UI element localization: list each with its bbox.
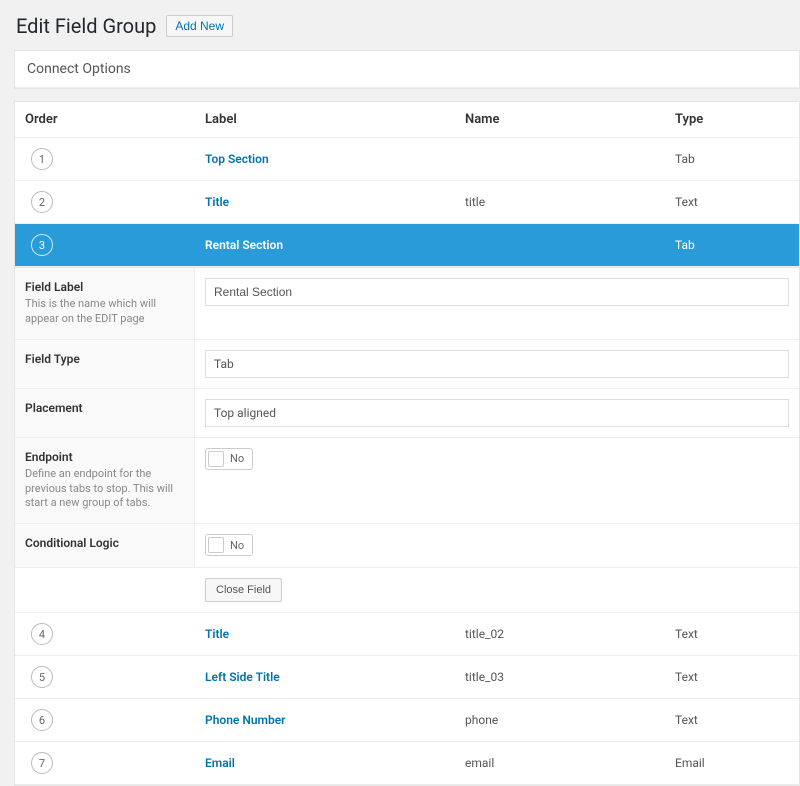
setting-conditional-logic: Conditional Logic No [15,524,799,568]
toggle-knob [208,537,224,553]
table-row[interactable]: 4 Title title_02 Text [15,613,799,656]
field-name: title_03 [455,660,665,694]
field-name: title_02 [455,617,665,651]
field-type-select[interactable]: Tab [205,350,789,378]
table-row[interactable]: 7 Email email Email [15,742,799,785]
order-badge: 3 [31,234,53,256]
table-row[interactable]: 1 Top Section Tab [15,138,799,181]
add-new-button[interactable]: Add New [166,15,233,37]
setting-footer: Close Field [15,568,799,613]
group-title: Connect Options [15,51,799,88]
setting-label: Endpoint [25,450,184,464]
field-type: Email [665,746,799,780]
field-label-link[interactable]: Phone Number [205,713,285,727]
setting-label: Placement [25,401,184,415]
field-type: Tab [665,142,799,176]
setting-field-type: Field Type Tab [15,340,799,389]
fields-table: Order Label Name Type 1 Top Section Tab … [14,101,800,268]
field-type: Text [665,185,799,219]
page-header: Edit Field Group Add New [14,10,800,46]
field-settings: Field Label This is the name which will … [14,268,800,613]
field-name: title [455,185,665,219]
table-row[interactable]: 5 Left Side Title title_03 Text [15,656,799,699]
col-header-type: Type [665,102,799,137]
field-label-link[interactable]: Title [205,627,229,641]
setting-placement: Placement Top aligned [15,389,799,438]
field-type: Text [665,617,799,651]
field-label-link[interactable]: Left Side Title [205,670,280,684]
setting-description: Define an endpoint for the previous tabs… [25,467,184,512]
field-label-link[interactable]: Email [205,756,235,770]
field-name [455,235,665,255]
setting-endpoint: Endpoint Define an endpoint for the prev… [15,438,799,525]
table-row[interactable]: 6 Phone Number phone Text [15,699,799,742]
order-badge: 1 [31,148,53,170]
group-title-panel: Connect Options [14,50,800,89]
toggle-label: No [230,452,244,465]
field-type: Tab [665,228,799,262]
setting-label: Field Label [25,280,184,294]
page-title: Edit Field Group [16,14,156,38]
field-name [455,149,665,169]
conditional-logic-toggle[interactable]: No [205,534,253,556]
field-name: phone [455,703,665,737]
placement-select[interactable]: Top aligned [205,399,789,427]
col-header-label: Label [195,102,455,137]
setting-field-label: Field Label This is the name which will … [15,268,799,340]
table-row-selected[interactable]: 3 Rental Section Tab [15,224,799,267]
order-badge: 5 [31,666,53,688]
setting-description: This is the name which will appear on th… [25,297,184,327]
field-label-link[interactable]: Rental Section [205,238,283,252]
toggle-label: No [230,539,244,552]
order-badge: 4 [31,623,53,645]
order-badge: 2 [31,191,53,213]
table-row[interactable]: 2 Title title Text [15,181,799,224]
col-header-order: Order [15,102,195,137]
setting-label: Conditional Logic [25,536,184,550]
field-type: Text [665,660,799,694]
field-label-input[interactable] [205,278,789,306]
table-header: Order Label Name Type [15,102,799,138]
endpoint-toggle[interactable]: No [205,448,253,470]
order-badge: 6 [31,709,53,731]
toggle-knob [208,451,224,467]
field-type: Text [665,703,799,737]
fields-table-continued: 4 Title title_02 Text 5 Left Side Title … [14,613,800,786]
order-badge: 7 [31,752,53,774]
field-label-link[interactable]: Top Section [205,152,269,166]
close-field-button[interactable]: Close Field [205,578,282,602]
setting-label: Field Type [25,352,184,366]
field-name: email [455,746,665,780]
field-label-link[interactable]: Title [205,195,229,209]
col-header-name: Name [455,102,665,137]
